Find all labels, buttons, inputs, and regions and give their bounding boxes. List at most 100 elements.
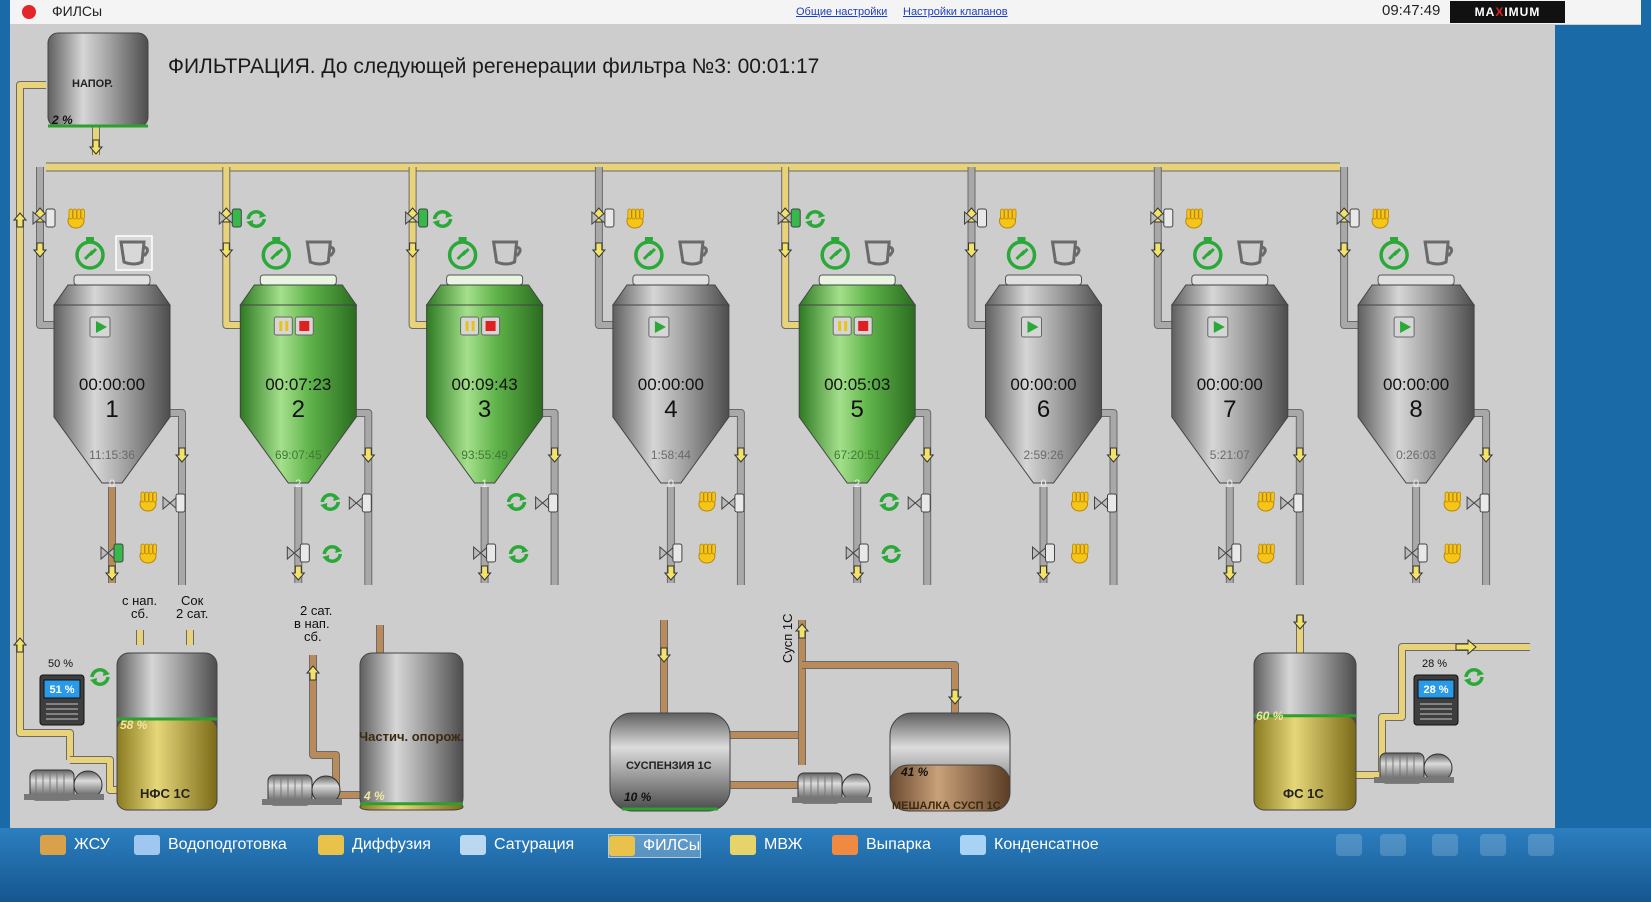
wash-tank-icon[interactable] — [491, 240, 522, 266]
user-icon[interactable] — [1480, 834, 1506, 856]
outlet-valve-icon[interactable] — [535, 495, 551, 511]
manual-hand-icon[interactable] — [698, 491, 716, 512]
wash-tank-icon[interactable] — [115, 235, 153, 271]
manual-hand-icon[interactable] — [1185, 208, 1203, 229]
valve-actuator-icon[interactable] — [486, 543, 497, 563]
valve-actuator-icon[interactable] — [1349, 208, 1360, 228]
valve-actuator-icon[interactable] — [1417, 543, 1428, 563]
valve-actuator-icon[interactable] — [361, 493, 372, 513]
general-settings-link[interactable]: Общие настройки — [796, 6, 887, 18]
wash-tank-icon[interactable] — [864, 240, 895, 266]
outlet-valve-icon[interactable] — [162, 495, 178, 511]
wash-tank-icon[interactable] — [678, 240, 708, 266]
taskbar-item-2[interactable]: Водоподготовка — [134, 834, 287, 856]
pause-button[interactable] — [460, 316, 480, 336]
valve-settings-link[interactable]: Настройки клапанов — [903, 6, 1008, 18]
gear-icon[interactable] — [1380, 834, 1406, 856]
pump-icon[interactable] — [792, 772, 872, 804]
valve-actuator-icon[interactable] — [113, 543, 124, 563]
taskbar-item-4[interactable]: Сатурация — [460, 834, 574, 856]
manual-hand-icon[interactable] — [626, 208, 644, 229]
header-tank[interactable]: НАПОР. 2 % — [47, 32, 149, 128]
nfs-tank[interactable]: с нап.сб.Сок2 сат.58 %НФС 1С50 %51 % — [24, 593, 218, 811]
timer-icon[interactable] — [1193, 237, 1223, 270]
timer-icon[interactable] — [447, 237, 478, 270]
valve-actuator-icon[interactable] — [604, 208, 615, 228]
manual-hand-icon[interactable] — [67, 208, 85, 229]
manual-hand-icon[interactable] — [139, 491, 157, 512]
fs-tank[interactable]: 60 % ФС 1С 28 % 28 % — [1253, 638, 1484, 811]
auto-cycle-icon[interactable] — [879, 493, 900, 511]
valve-actuator-icon[interactable] — [734, 493, 745, 513]
valve-actuator-icon[interactable] — [977, 208, 987, 228]
wash-tank-icon[interactable] — [1050, 240, 1081, 266]
valve-actuator-icon[interactable] — [299, 543, 310, 563]
pump-icon[interactable] — [1374, 752, 1454, 784]
timer-icon[interactable] — [820, 237, 850, 270]
outlet-valve-icon[interactable] — [907, 495, 923, 511]
manual-hand-icon[interactable] — [1443, 543, 1461, 564]
manual-hand-icon[interactable] — [1371, 208, 1389, 229]
info-icon[interactable] — [1528, 834, 1554, 856]
wash-tank-icon[interactable] — [1237, 240, 1267, 266]
chart-icon[interactable] — [1432, 834, 1458, 856]
taskbar-item-7[interactable]: Выпарка — [832, 834, 931, 856]
valve-actuator-icon[interactable] — [858, 543, 869, 563]
valve-actuator-icon[interactable] — [45, 208, 56, 228]
manual-hand-icon[interactable] — [698, 543, 716, 564]
auto-cycle-icon[interactable] — [805, 210, 826, 228]
valve-actuator-icon[interactable] — [1045, 543, 1055, 563]
manual-hand-icon[interactable] — [1257, 543, 1275, 564]
auto-cycle-icon[interactable] — [322, 545, 343, 563]
valve-actuator-icon[interactable] — [175, 493, 186, 513]
outlet-valve-icon[interactable] — [1094, 495, 1109, 511]
valve-actuator-icon[interactable] — [1163, 208, 1174, 228]
menu-icon[interactable] — [1336, 834, 1362, 856]
timer-icon[interactable] — [1379, 237, 1409, 270]
taskbar-item-8[interactable]: Конденсатное — [960, 834, 1099, 856]
wash-tank-icon[interactable] — [305, 240, 336, 266]
mixer-tank[interactable]: 41 % МЕШАЛКА СУСП 1С — [889, 712, 1011, 812]
wash-tank-icon[interactable] — [1423, 240, 1454, 266]
valve-actuator-icon[interactable] — [418, 208, 429, 228]
auto-cycle-icon[interactable] — [508, 545, 529, 563]
manual-hand-icon[interactable] — [999, 208, 1017, 229]
valve-actuator-icon[interactable] — [1293, 493, 1304, 513]
outlet-valve-icon[interactable] — [1466, 495, 1482, 511]
valve-actuator-icon[interactable] — [790, 208, 801, 228]
timer-icon[interactable] — [261, 237, 292, 270]
pump-icon[interactable] — [24, 769, 104, 801]
timer-icon[interactable] — [75, 237, 105, 270]
taskbar-item-3[interactable]: Диффузия — [318, 834, 431, 856]
outlet-valve-icon[interactable] — [721, 495, 737, 511]
valve-actuator-icon[interactable] — [231, 208, 242, 228]
auto-cycle-icon[interactable] — [881, 545, 902, 563]
timer-icon[interactable] — [634, 237, 664, 270]
taskbar-item-6[interactable]: МВЖ — [730, 834, 802, 856]
partial-drain-tank[interactable]: 2 сат.в нап.сб.Частич. опорож.4 % — [262, 603, 464, 811]
timer-icon[interactable] — [1006, 237, 1037, 270]
pause-button[interactable] — [832, 316, 852, 336]
manual-hand-icon[interactable] — [1071, 491, 1089, 512]
outlet-valve-icon[interactable] — [348, 495, 364, 511]
auto-cycle-icon[interactable] — [432, 210, 453, 228]
valve-actuator-icon[interactable] — [548, 493, 559, 513]
outlet-valve-icon[interactable] — [1280, 495, 1296, 511]
valve-actuator-icon[interactable] — [1107, 493, 1117, 513]
manual-hand-icon[interactable] — [1257, 491, 1275, 512]
valve-actuator-icon[interactable] — [1231, 543, 1242, 563]
manual-hand-icon[interactable] — [139, 543, 157, 564]
manual-hand-icon[interactable] — [1443, 491, 1461, 512]
auto-cycle-icon[interactable] — [90, 668, 110, 686]
valve-actuator-icon[interactable] — [920, 493, 931, 513]
valve-actuator-icon[interactable] — [1479, 493, 1490, 513]
pump-icon[interactable] — [262, 774, 342, 806]
auto-cycle-icon[interactable] — [246, 210, 267, 228]
auto-cycle-icon[interactable] — [320, 493, 341, 511]
auto-cycle-icon[interactable] — [506, 493, 527, 511]
taskbar-item-5[interactable]: ФИЛСы — [608, 834, 702, 858]
auto-cycle-icon[interactable] — [1464, 668, 1484, 686]
manual-hand-icon[interactable] — [1071, 543, 1089, 564]
pause-button[interactable] — [273, 316, 293, 336]
valve-actuator-icon[interactable] — [672, 543, 683, 563]
